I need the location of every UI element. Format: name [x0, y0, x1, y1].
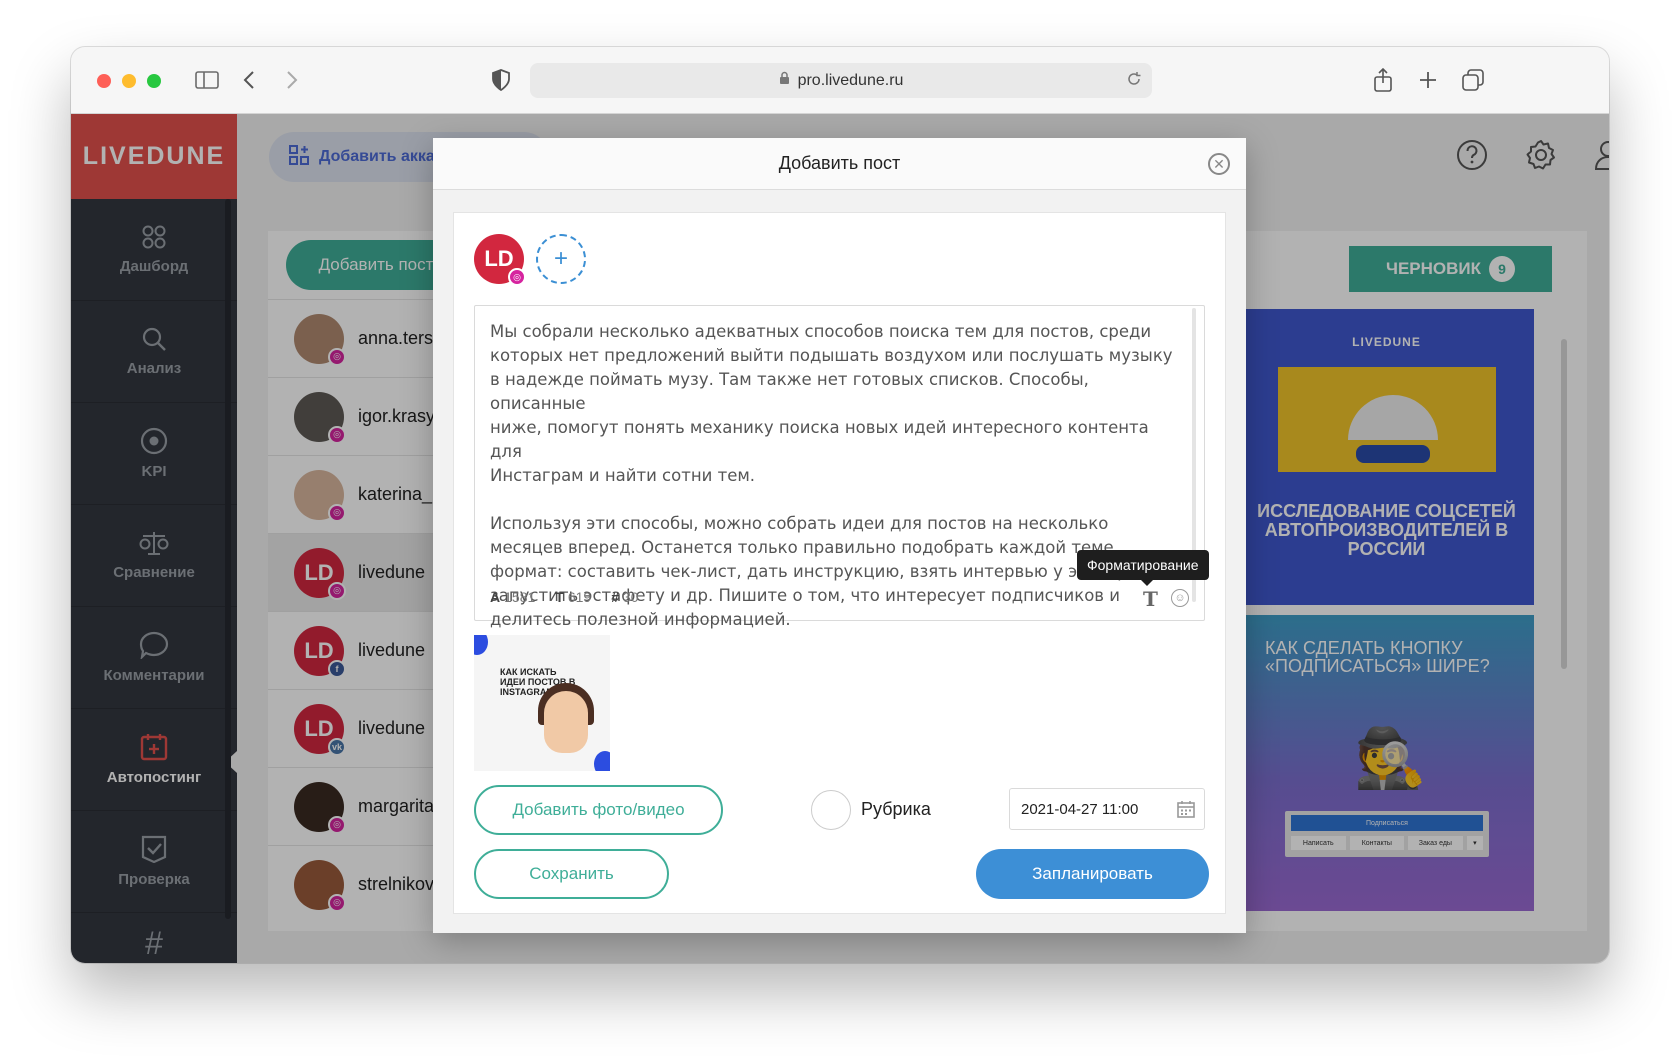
date-value: 2021-04-27 11:00 [1021, 800, 1139, 818]
privacy-shield-icon[interactable] [486, 65, 516, 95]
address-bar[interactable]: pro.livedune.ru [530, 63, 1152, 98]
forward-icon[interactable] [277, 65, 307, 95]
selected-account-avatar[interactable]: LD ◎ [474, 234, 526, 286]
post-text-editor[interactable]: Мы собрали несколько адекватных способов… [474, 305, 1209, 629]
sidebar-toggle-icon[interactable] [192, 65, 222, 95]
add-account-circle-button[interactable]: + [536, 234, 586, 284]
char-count: 1581 [504, 589, 536, 605]
zoom-window-button[interactable] [147, 74, 161, 88]
word-count: 619 [567, 589, 592, 605]
memoji-face [544, 691, 588, 753]
add-media-button[interactable]: Добавить фото/видео [474, 785, 723, 835]
char-counter: A 1581 [490, 589, 535, 605]
hashtag-count: 30 [623, 589, 639, 605]
close-window-button[interactable] [97, 74, 111, 88]
decor-shape [594, 751, 610, 771]
post-text[interactable]: Мы собрали несколько адекватных способов… [490, 320, 1180, 632]
modal-title: Добавить пост [778, 153, 901, 173]
back-icon[interactable] [234, 65, 264, 95]
media-thumbnail[interactable]: КАК ИСКАТЬ ИДЕИ ПОСТОВ В INSTAGRAM [474, 635, 610, 771]
plus-icon: + [553, 245, 568, 272]
browser-window: pro.livedune.ru LIVEDUNE Дашборд Анализ … [71, 47, 1609, 963]
rubric-checkbox[interactable] [811, 790, 851, 830]
save-button[interactable]: Сохранить [474, 849, 669, 899]
modal-body: LD ◎ + Мы собрали несколько адекватных с… [453, 212, 1226, 914]
lock-icon [779, 71, 790, 90]
hashtag-counter: #30 [611, 589, 638, 605]
avatar-initials: LD [484, 246, 514, 271]
share-icon[interactable] [1368, 65, 1398, 95]
hashtag-counter-label: # [611, 589, 619, 605]
url-text: pro.livedune.ru [797, 71, 904, 89]
text-format-icon[interactable]: T [1143, 587, 1158, 611]
reload-icon[interactable] [1126, 71, 1142, 92]
char-counter-label: A [490, 589, 501, 605]
tabs-overview-icon[interactable] [1458, 65, 1488, 95]
livedune-app: LIVEDUNE Дашборд Анализ KPI Сравнение Ко… [71, 114, 1609, 963]
text-counters: A 1581 T 619 #30 [490, 589, 639, 605]
instagram-icon: ◎ [508, 268, 526, 286]
decor-shape [474, 635, 488, 655]
schedule-button[interactable]: Запланировать [976, 849, 1209, 899]
minimize-window-button[interactable] [122, 74, 136, 88]
word-counter: T 619 [555, 589, 591, 605]
calendar-icon[interactable] [1177, 800, 1195, 822]
browser-toolbar: pro.livedune.ru [71, 47, 1609, 114]
new-tab-icon[interactable] [1413, 65, 1443, 95]
schedule-date-field[interactable]: 2021-04-27 11:00 [1009, 788, 1205, 830]
modal-header: Добавить пост ✕ [433, 138, 1246, 190]
formatting-tooltip: Форматирование [1077, 550, 1209, 586]
word-counter-label: T [555, 589, 564, 605]
close-icon[interactable]: ✕ [1208, 153, 1230, 175]
emoji-icon[interactable]: ☺ [1171, 589, 1189, 607]
add-post-modal: Добавить пост ✕ LD ◎ + Мы собрали нескол… [433, 138, 1246, 933]
rubric-label: Рубрика [861, 799, 931, 819]
